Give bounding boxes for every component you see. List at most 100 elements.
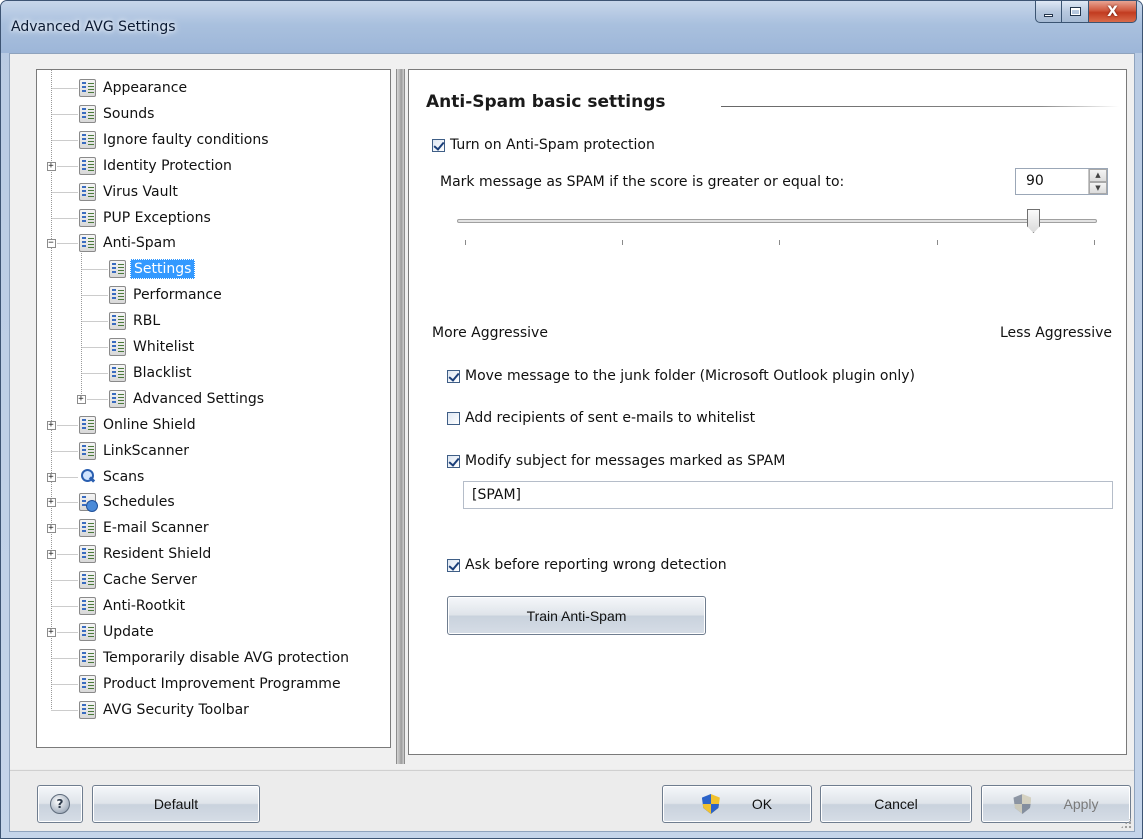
settings-window: Advanced AVG Settings X Appearance Sounds… <box>0 0 1143 839</box>
apply-button-label: Apply <box>1063 796 1099 812</box>
settings-page-icon <box>109 364 126 382</box>
add-recipients-label: Add recipients of sent e-mails to whitel… <box>465 410 756 426</box>
tree-item-label: Sounds <box>103 106 155 122</box>
close-icon: X <box>1107 3 1118 20</box>
ask-before-reporting-checkbox[interactable] <box>447 558 460 572</box>
add-recipients-option[interactable]: Add recipients of sent e-mails to whitel… <box>447 410 755 426</box>
settings-page-icon <box>79 519 96 537</box>
tree-item-label: Temporarily disable AVG protection <box>103 650 350 666</box>
expand-icon[interactable]: + <box>46 472 56 482</box>
less-aggressive-label: Less Aggressive <box>1000 325 1112 341</box>
tree-item-schedules[interactable]: Schedules <box>79 491 178 513</box>
tree-item-update[interactable]: Update <box>79 621 157 643</box>
spam-score-value[interactable]: 90 <box>1016 169 1088 194</box>
section-divider <box>721 106 1119 107</box>
tree-item-label: AVG Security Toolbar <box>103 702 249 718</box>
tree-item-label: Cache Server <box>103 572 197 588</box>
close-button[interactable]: X <box>1089 1 1137 23</box>
train-anti-spam-label: Train Anti-Spam <box>526 607 627 624</box>
ask-before-reporting-option[interactable]: Ask before reporting wrong detection <box>447 557 727 573</box>
tree-item-resident-shield[interactable]: Resident Shield <box>79 543 214 565</box>
tree-item-anti-rootkit[interactable]: Anti-Rootkit <box>79 595 188 617</box>
settings-page-icon <box>79 701 96 719</box>
turn-on-anti-spam-option[interactable]: Turn on Anti-Spam protection <box>432 137 655 153</box>
tree-item-virus-vault[interactable]: Virus Vault <box>79 181 181 203</box>
tree-item-label: PUP Exceptions <box>103 210 211 226</box>
tree-item-sounds[interactable]: Sounds <box>79 103 157 125</box>
settings-tree[interactable]: Appearance Sounds Ignore faulty conditions… <box>36 69 391 748</box>
ok-button[interactable]: OK <box>662 785 812 823</box>
tree-item-settings[interactable]: Settings <box>109 258 196 280</box>
title-bar[interactable]: Advanced AVG Settings X <box>1 1 1142 53</box>
tree-item-linkscanner[interactable]: LinkScanner <box>79 440 192 462</box>
expand-icon[interactable]: + <box>46 161 56 171</box>
expand-icon[interactable]: + <box>46 549 56 559</box>
apply-button[interactable]: Apply <box>981 785 1131 823</box>
settings-page-icon <box>79 234 96 252</box>
default-button[interactable]: Default <box>92 785 260 823</box>
uac-shield-icon <box>1013 794 1032 814</box>
settings-page-icon <box>79 597 96 615</box>
tree-item-label: Performance <box>133 287 222 303</box>
tree-item-label: Identity Protection <box>103 158 232 174</box>
panel-splitter[interactable] <box>396 69 405 764</box>
settings-page-icon <box>79 157 96 175</box>
tree-item-product-improvement-programme[interactable]: Product Improvement Programme <box>79 673 344 695</box>
tree-item-label: Blacklist <box>133 365 192 381</box>
tree-item-whitelist[interactable]: Whitelist <box>109 336 197 358</box>
expand-icon[interactable]: + <box>46 627 56 637</box>
maximize-button[interactable] <box>1062 1 1089 23</box>
tree-item-advanced-settings[interactable]: Advanced Settings <box>109 388 267 410</box>
tree-item-ignore-faulty-conditions[interactable]: Ignore faulty conditions <box>79 129 271 151</box>
tree-item-scans[interactable]: Scans <box>79 466 147 488</box>
magnifier-icon <box>79 468 96 486</box>
train-anti-spam-button[interactable]: Train Anti-Spam <box>447 596 706 635</box>
minimize-button[interactable] <box>1035 1 1062 23</box>
spin-up-button[interactable]: ▲ <box>1089 169 1107 182</box>
spam-score-spinbox[interactable]: 90 ▲ ▼ <box>1015 168 1108 195</box>
settings-page-icon <box>79 675 96 693</box>
tree-item-temporarily-disable-avg-protection[interactable]: Temporarily disable AVG protection <box>79 647 352 669</box>
minimize-icon <box>1044 14 1053 17</box>
modify-subject-checkbox[interactable] <box>447 454 460 468</box>
tree-item-label: Online Shield <box>103 417 196 433</box>
move-to-junk-option[interactable]: Move message to the junk folder (Microso… <box>447 368 915 384</box>
settings-page-icon <box>79 79 96 97</box>
spin-down-button[interactable]: ▼ <box>1089 181 1107 194</box>
modify-subject-option[interactable]: Modify subject for messages marked as SP… <box>447 453 785 469</box>
help-button[interactable]: ? <box>37 785 83 823</box>
aggressiveness-slider-track[interactable] <box>457 219 1097 223</box>
cancel-button[interactable]: Cancel <box>820 785 972 823</box>
tree-item-rbl[interactable]: RBL <box>109 310 163 332</box>
tree-item-performance[interactable]: Performance <box>109 284 225 306</box>
move-to-junk-checkbox[interactable] <box>447 369 460 383</box>
tree-item-appearance[interactable]: Appearance <box>79 77 190 99</box>
spam-subject-input[interactable]: [SPAM] <box>463 481 1113 509</box>
aggressiveness-slider-thumb[interactable] <box>1027 209 1040 233</box>
expand-icon[interactable]: + <box>76 394 86 404</box>
collapse-icon[interactable]: − <box>46 238 56 248</box>
default-button-label: Default <box>153 796 199 812</box>
slider-tick <box>937 240 938 245</box>
tree-item-e-mail-scanner[interactable]: E-mail Scanner <box>79 517 212 539</box>
tree-item-avg-security-toolbar[interactable]: AVG Security Toolbar <box>79 699 252 721</box>
tree-item-online-shield[interactable]: Online Shield <box>79 414 199 436</box>
add-recipients-checkbox[interactable] <box>447 411 460 425</box>
tree-item-identity-protection[interactable]: Identity Protection <box>79 155 235 177</box>
expand-icon[interactable]: + <box>46 523 56 533</box>
ask-before-reporting-label: Ask before reporting wrong detection <box>465 557 727 573</box>
turn-on-anti-spam-checkbox[interactable] <box>432 138 445 152</box>
tree-item-cache-server[interactable]: Cache Server <box>79 569 200 591</box>
expand-icon[interactable]: + <box>46 497 56 507</box>
tree-item-anti-spam[interactable]: Anti-Spam <box>79 232 179 254</box>
spin-down-icon: ▼ <box>1095 183 1101 192</box>
maximize-icon <box>1069 7 1081 16</box>
window-controls: X <box>1035 1 1137 23</box>
settings-page-icon <box>79 623 96 641</box>
anti-spam-settings-panel: Anti-Spam basic settings Turn on Anti-Sp… <box>408 69 1127 755</box>
settings-page-icon <box>79 545 96 563</box>
tree-item-blacklist[interactable]: Blacklist <box>109 362 194 384</box>
expand-icon[interactable]: + <box>46 420 56 430</box>
tree-item-pup-exceptions[interactable]: PUP Exceptions <box>79 207 214 229</box>
help-icon: ? <box>50 794 70 814</box>
